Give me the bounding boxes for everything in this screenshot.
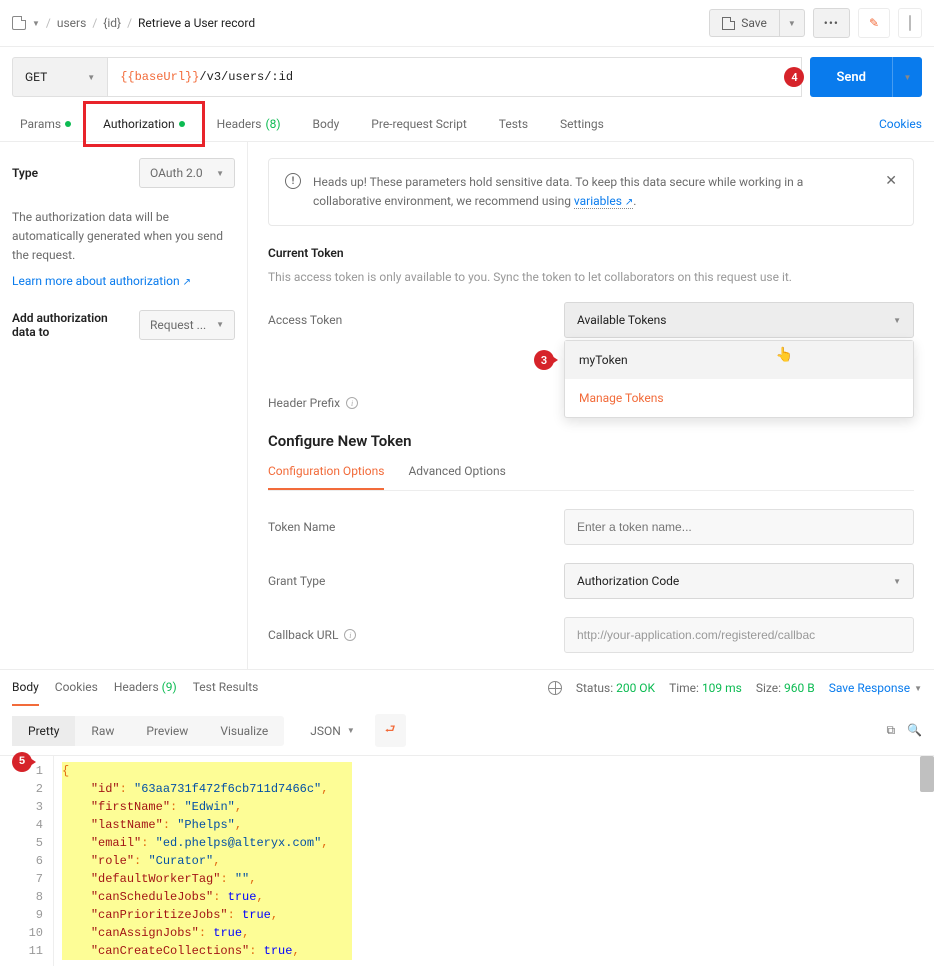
token-name-input[interactable] [564, 509, 914, 545]
annotation-badge-3: 3 [534, 350, 554, 370]
pencil-icon: ✎ [869, 16, 879, 30]
token-name-label: Token Name [268, 520, 564, 534]
response-tab-body[interactable]: Body [12, 670, 39, 706]
format-visualize[interactable]: Visualize [204, 716, 284, 746]
save-response-button[interactable]: Save Response ▼ [829, 681, 922, 695]
current-token-heading: Current Token [268, 246, 914, 260]
callback-url-input[interactable] [564, 617, 914, 653]
ellipsis-icon: ••• [824, 16, 839, 30]
cookies-link[interactable]: Cookies [879, 107, 922, 141]
format-pretty[interactable]: Pretty [12, 716, 75, 746]
header-prefix-label: Header Prefix i [268, 396, 564, 410]
response-body: 5 123 456 789 1011 { "id": "63aa731f472f… [0, 756, 934, 966]
url-input[interactable]: {{baseUrl}}/v3/users/:id [108, 57, 802, 97]
tab-prerequest[interactable]: Pre-request Script [363, 107, 474, 141]
more-actions-button[interactable]: ••• [813, 8, 850, 38]
auth-type-select[interactable]: OAuth 2.0▼ [139, 158, 235, 188]
token-option-mytoken[interactable]: myToken 👆 [565, 341, 913, 379]
learn-more-link[interactable]: Learn more about authorization ↗ [12, 274, 235, 288]
indicator-dot-icon [179, 121, 185, 127]
tab-tests[interactable]: Tests [491, 107, 536, 141]
auth-description: The authorization data will be automatic… [12, 208, 235, 266]
auth-type-label: Type [12, 166, 38, 180]
response-tab-cookies[interactable]: Cookies [55, 670, 98, 706]
document-icon [12, 16, 26, 30]
subtab-config-options[interactable]: Configuration Options [268, 464, 384, 490]
info-icon[interactable]: i [346, 397, 358, 409]
grant-type-label: Grant Type [268, 574, 564, 588]
format-raw[interactable]: Raw [75, 716, 130, 746]
save-button[interactable]: Save [709, 9, 779, 37]
breadcrumb-current: Retrieve a User record [138, 16, 255, 30]
save-dropdown[interactable]: ▼ [779, 9, 805, 37]
line-gutter: 123 456 789 1011 [0, 756, 54, 966]
language-select[interactable]: JSON ▼ [300, 718, 364, 744]
wrap-lines-button[interactable]: ⮐ [375, 714, 406, 747]
tab-settings[interactable]: Settings [552, 107, 612, 141]
sensitive-data-notice: ! Heads up! These parameters hold sensit… [268, 158, 914, 226]
chevron-down-icon: ▼ [87, 73, 95, 82]
tokens-dropdown-menu: myToken 👆 Manage Tokens [564, 340, 914, 418]
chevron-down-icon: ▼ [216, 169, 224, 178]
grant-type-select[interactable]: Authorization Code▼ [564, 563, 914, 599]
add-auth-label: Add authorization data to [12, 311, 122, 339]
comment-icon [909, 15, 911, 31]
configure-token-heading: Configure New Token [268, 432, 914, 450]
cursor-icon: 👆 [776, 347, 793, 363]
search-button[interactable]: 🔍 [907, 723, 922, 738]
chevron-down-icon[interactable]: ▼ [32, 19, 40, 28]
send-button[interactable]: Send [810, 57, 892, 97]
indicator-dot-icon [65, 121, 71, 127]
access-token-label: Access Token [268, 313, 564, 327]
response-tab-headers[interactable]: Headers (9) [114, 670, 177, 706]
callback-url-label: Callback URL i [268, 628, 564, 642]
edit-button[interactable]: ✎ [858, 8, 890, 38]
format-preview[interactable]: Preview [130, 716, 204, 746]
close-notice-button[interactable]: ✕ [885, 173, 897, 189]
scrollbar[interactable] [920, 756, 934, 792]
variables-link[interactable]: variables ↗ [574, 194, 633, 209]
tab-params[interactable]: Params [12, 107, 79, 141]
tab-headers[interactable]: Headers (8) [209, 107, 289, 141]
breadcrumb-users[interactable]: users [57, 16, 86, 30]
chevron-down-icon: ▼ [893, 316, 901, 325]
manage-tokens-option[interactable]: Manage Tokens [565, 379, 913, 417]
breadcrumb-id[interactable]: {id} [103, 16, 121, 30]
info-icon[interactable]: i [344, 629, 356, 641]
send-dropdown[interactable]: ▼ [892, 57, 922, 97]
current-token-sub: This access token is only available to y… [268, 270, 914, 284]
status-label: Status: 200 OK [576, 681, 655, 695]
external-link-icon: ↗ [183, 277, 191, 288]
add-auth-select[interactable]: Request ...▼ [139, 310, 235, 340]
breadcrumb: ▼ / users / {id} / Retrieve a User recor… [12, 16, 255, 30]
time-label: Time: 109 ms [669, 681, 742, 695]
tab-body[interactable]: Body [305, 107, 348, 141]
subtab-advanced-options[interactable]: Advanced Options [408, 464, 505, 490]
response-tab-tests[interactable]: Test Results [193, 670, 259, 706]
chevron-down-icon: ▼ [216, 320, 224, 329]
chevron-down-icon: ▼ [914, 684, 922, 693]
size-label: Size: 960 B [756, 681, 815, 695]
comment-button[interactable] [898, 8, 922, 38]
globe-icon[interactable] [548, 681, 562, 695]
chevron-down-icon: ▼ [893, 577, 901, 586]
save-icon [722, 17, 735, 30]
tab-authorization[interactable]: Authorization [95, 107, 193, 141]
warning-icon: ! [285, 173, 301, 189]
chevron-down-icon: ▼ [347, 726, 355, 735]
method-select[interactable]: GET ▼ [12, 57, 108, 97]
copy-button[interactable]: ⧉ [886, 723, 895, 738]
available-tokens-select[interactable]: Available Tokens▼ [564, 302, 914, 338]
